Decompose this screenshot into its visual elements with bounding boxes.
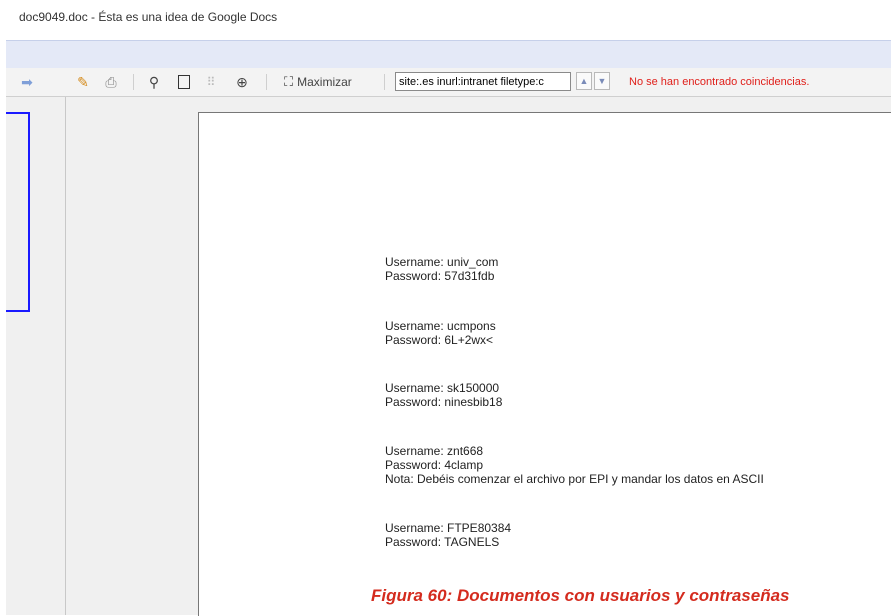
username-text: Username: sk150000	[385, 381, 500, 395]
page-thumbnail[interactable]	[6, 112, 30, 312]
username-text: Username: univ_com	[385, 255, 499, 269]
credential-entry: Username: ucmpons Password: 6L+2wx<	[385, 319, 496, 347]
username-text: Username: FTPE80384	[385, 521, 512, 535]
grid-view-icon[interactable]: ⠿	[203, 68, 219, 96]
credential-entry: Username: FTPE80384 Password: TAGNELS	[385, 521, 511, 549]
single-page-icon[interactable]	[176, 68, 192, 96]
toolbar-separator	[384, 74, 385, 90]
password-text: Password: ninesbib18	[385, 395, 503, 409]
password-text: Password: 6L+2wx<	[385, 333, 494, 347]
toolbar-separator	[133, 74, 134, 90]
next-match-icon[interactable]: ▼	[594, 72, 610, 90]
prev-match-icon[interactable]: ▲	[576, 72, 592, 90]
password-text: Password: 4clamp	[385, 458, 484, 472]
search-input[interactable]: site:.es inurl:intranet filetype:c	[395, 72, 571, 91]
window-title: doc9049.doc - Ésta es una idea de Google…	[19, 10, 278, 24]
maximize-label: Maximizar	[297, 75, 352, 89]
zoom-in-icon[interactable]: ⊕	[232, 68, 252, 96]
credential-entry: Username: univ_com Password: 57d31fdb	[385, 255, 498, 283]
search-status: No se han encontrado coincidencias.	[629, 76, 810, 88]
document-page	[198, 112, 891, 616]
toolbar-separator	[266, 74, 267, 90]
maximize-icon: ⛶	[284, 74, 294, 89]
credential-entry: Username: znt668 Password: 4clamp Nota: …	[385, 444, 764, 486]
figure-caption: Figura 60: Documentos con usuarios y con…	[371, 586, 790, 605]
edit-icon[interactable]: ✎	[73, 68, 93, 96]
note-text: Nota: Debéis comenzar el archivo por EPI…	[385, 472, 764, 486]
password-text: Password: TAGNELS	[385, 535, 500, 549]
header-band	[6, 40, 891, 68]
forward-arrow-icon[interactable]: ➡	[15, 68, 39, 96]
maximize-button[interactable]: ⛶ Maximizar	[284, 68, 374, 96]
username-text: Username: ucmpons	[385, 319, 496, 333]
print-icon[interactable]: ⎙	[101, 68, 121, 96]
username-text: Username: znt668	[385, 444, 484, 458]
password-text: Password: 57d31fdb	[385, 269, 495, 283]
credential-entry: Username: sk150000 Password: ninesbib18	[385, 381, 502, 409]
zoom-out-icon[interactable]: ⚲	[144, 68, 164, 96]
